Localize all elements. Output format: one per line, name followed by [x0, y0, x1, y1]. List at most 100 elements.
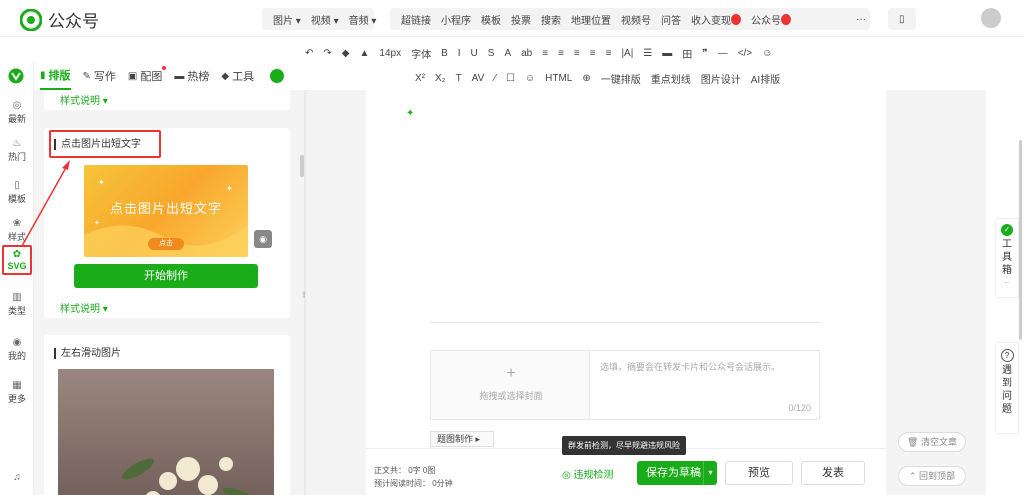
toggle-switch[interactable] — [270, 69, 285, 83]
cover-picker[interactable]: + 拖拽或选择封面 — [430, 350, 590, 420]
tab-工具[interactable]: ◆ 工具 — [221, 62, 254, 90]
card-slide-images[interactable]: 左右滑动图片 — [44, 335, 290, 495]
toolbar-button[interactable]: ab — [521, 48, 532, 59]
help-tab[interactable]: ? 遇到问题 — [995, 342, 1019, 434]
toolbar-button[interactable]: X² — [415, 73, 425, 84]
toolbar-button[interactable]: ☺ — [525, 73, 535, 84]
insert-menu-item[interactable]: 收入变现 — [686, 12, 746, 27]
editor-canvas[interactable]: ✦ + 拖拽或选择封面 选填，摘要会在转发卡片和公众号会话展示。 0/120 题… — [366, 90, 886, 495]
plugin-logo-icon[interactable] — [8, 68, 24, 84]
preview-eye-icon[interactable]: ◉ — [254, 230, 272, 248]
insert-menu-item[interactable]: 小程序 — [436, 12, 476, 27]
tab-icon: ▬ — [174, 70, 185, 82]
insert-menu-item[interactable]: 超链接 — [396, 12, 436, 27]
save-draft-button[interactable]: 保存为草稿 ▾ — [637, 461, 717, 485]
insert-menu-item[interactable]: 问答 — [656, 12, 686, 27]
toolbar-button[interactable]: ≡ — [606, 48, 612, 59]
toolbox-char: 箱 — [1002, 265, 1012, 276]
rail-item-更多[interactable]: ▦ 更多 — [0, 380, 34, 405]
insert-menu-item[interactable]: 公众号 — [746, 12, 796, 27]
scroll-handle[interactable] — [300, 155, 304, 177]
toolbar-button[interactable]: ↷ — [323, 48, 331, 59]
rail-item-模板[interactable]: ▯ 模板 — [0, 180, 34, 205]
toolbar-button[interactable]: 图片设计 — [701, 71, 741, 86]
card-thumbnail[interactable]: ✦ ✦ ✦ 点击图片出短文字 点击 — [84, 165, 248, 257]
mobile-preview-button[interactable]: ▯ — [888, 8, 916, 30]
tab-配图[interactable]: ▣ 配图 — [128, 62, 167, 90]
toolbox-tab[interactable]: ✓ 工具箱 ← — [995, 218, 1019, 298]
toolbar-button[interactable]: ☰ — [643, 48, 652, 59]
preview-button[interactable]: 预览 — [725, 461, 793, 485]
toolbar-button[interactable]: ≡ — [574, 48, 580, 59]
insert-menu-item[interactable]: 视频号 — [616, 12, 656, 27]
toolbar-button[interactable]: AI排版 — [751, 71, 780, 86]
toolbar-button[interactable]: 一键排版 — [601, 71, 641, 86]
insert-menu-item[interactable]: 地理位置 — [566, 12, 616, 27]
publish-button[interactable]: 发表 — [801, 461, 865, 485]
toolbar-button[interactable]: 字体 — [411, 46, 431, 61]
tab-热榜[interactable]: ▬ 热榜 — [174, 62, 209, 90]
toolbar-button[interactable]: |A| — [621, 48, 633, 59]
toolbar-button[interactable]: ▲ — [359, 48, 369, 59]
insert-menu-item[interactable]: 投票 — [506, 12, 536, 27]
toolbar-button[interactable]: ↶ — [305, 48, 313, 59]
chevron-down-icon[interactable]: ▾ — [703, 461, 717, 485]
toolbar-button[interactable]: ☐ — [506, 73, 515, 84]
toolbar-button[interactable]: I — [458, 48, 461, 59]
insert-menu-item[interactable]: 图片 ▾ — [268, 12, 306, 27]
rail-label: 样式 — [7, 232, 26, 242]
rail-item-最新[interactable]: ◎ 最新 — [0, 100, 34, 125]
start-button[interactable]: 开始制作 — [74, 264, 258, 288]
abstract-placeholder: 选填，摘要会在转发卡片和公众号会话展示。 — [600, 362, 781, 372]
toolbar-button[interactable]: ≡ — [590, 48, 596, 59]
title-image-button[interactable]: 题图制作 ▸ — [430, 431, 494, 447]
violation-label: 违规检测 — [573, 470, 614, 481]
style-link-label: 样式说明 — [60, 96, 100, 107]
toolbar-button[interactable]: AV — [472, 73, 485, 84]
more-menu[interactable]: ··· — [845, 8, 873, 30]
toolbar-button[interactable]: HTML — [545, 73, 572, 84]
tab-写作[interactable]: ✎ 写作 — [83, 62, 116, 90]
toolbar-button[interactable]: ▬ — [662, 48, 672, 59]
toolbar-button[interactable]: T — [456, 73, 462, 84]
toolbar-button[interactable]: — — [718, 48, 728, 59]
tab-排版[interactable]: ▮ 排版 — [40, 62, 71, 90]
rail-item-热门[interactable]: ♨ 热门 — [0, 138, 34, 163]
style-link-prev[interactable]: 样式说明 ▾ — [60, 92, 108, 107]
toolbar-button[interactable]: X₂ — [435, 73, 446, 84]
insert-menu-item[interactable]: 音频 ▾ — [344, 12, 382, 27]
rail-item-support[interactable]: ♫ — [0, 472, 34, 484]
toolbar-button[interactable]: ☺ — [762, 48, 772, 59]
toolbar-button[interactable]: ≡ — [558, 48, 564, 59]
insert-menu-item[interactable]: 模板 — [476, 12, 506, 27]
rail-item-类型[interactable]: ▥ 类型 — [0, 292, 34, 317]
card-photo[interactable] — [58, 369, 274, 495]
insert-menu-item[interactable]: 搜索 — [536, 12, 566, 27]
rail-item-我的[interactable]: ◉ 我的 — [0, 337, 34, 362]
toolbar-button[interactable]: ❞ — [702, 48, 707, 59]
avatar[interactable] — [981, 8, 1001, 28]
toolbar-button[interactable]: 田 — [682, 46, 692, 61]
rail-item-样式[interactable]: ❀ 样式 — [0, 218, 34, 243]
toolbar-button[interactable]: U — [471, 48, 478, 59]
back-to-top-button[interactable]: ⌃ 回到顶部 — [898, 466, 966, 486]
toolbar-button[interactable]: S — [488, 48, 495, 59]
toolbar-button[interactable]: A — [504, 48, 511, 59]
brand-logo[interactable]: 公众号 — [20, 7, 99, 32]
toolbar-button[interactable]: B — [441, 48, 448, 59]
rail-icon: ◉ — [12, 337, 22, 348]
toolbar-button[interactable]: 重点划线 — [651, 71, 691, 86]
toolbar-button[interactable]: ◆ — [342, 48, 350, 59]
toolbar-button[interactable]: ⁄ — [494, 73, 496, 84]
insert-menu-item[interactable]: 视频 ▾ — [306, 12, 344, 27]
toolbar-button[interactable]: ≡ — [542, 48, 548, 59]
abstract-input[interactable]: 选填，摘要会在转发卡片和公众号会话展示。 0/120 — [590, 350, 820, 420]
clear-article-button[interactable]: 🗑 清空文章 — [898, 432, 966, 452]
style-link[interactable]: 样式说明 ▾ — [60, 300, 108, 315]
page-scrollbar[interactable] — [1019, 140, 1022, 340]
toolbar-button[interactable]: </> — [738, 48, 752, 59]
rail-icon: ▦ — [12, 380, 22, 391]
violation-check-button[interactable]: ◎ 违规检测 — [562, 466, 614, 481]
toolbar-button[interactable]: ⊕ — [582, 73, 590, 84]
toolbar-button[interactable]: 14px — [379, 48, 401, 59]
